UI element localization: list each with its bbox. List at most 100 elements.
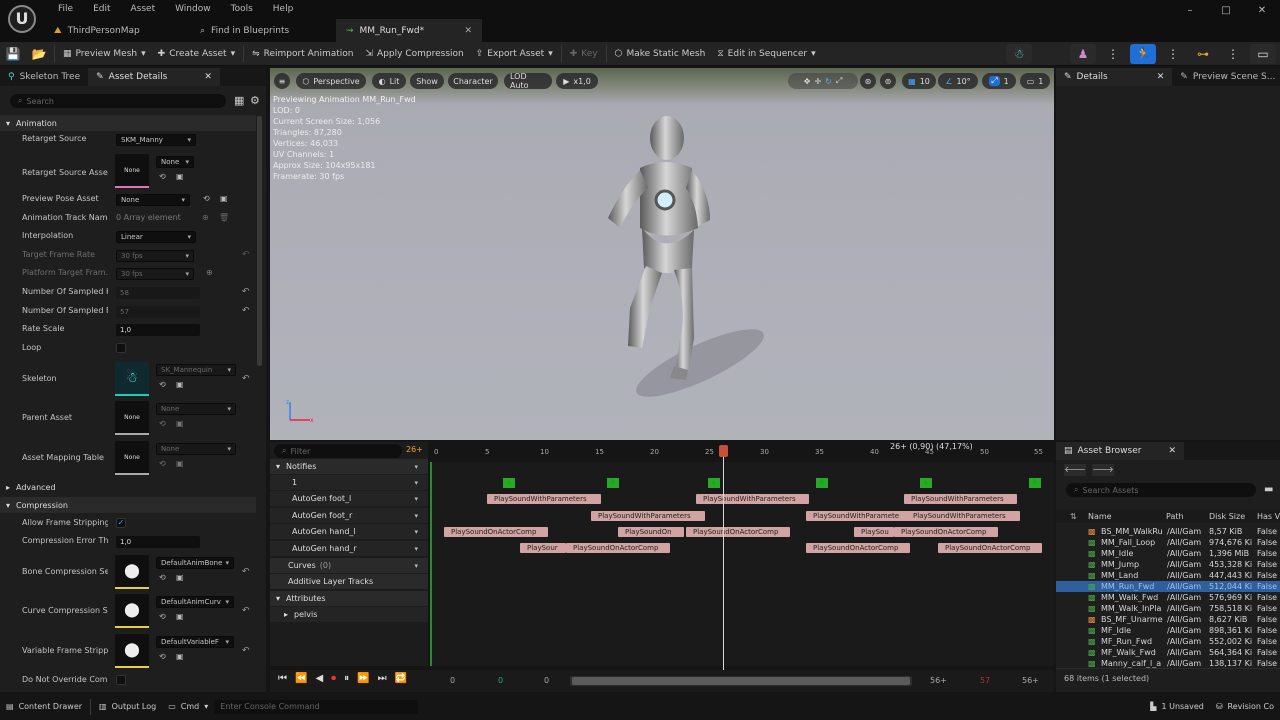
- track-curves[interactable]: Curves (0) ▾: [270, 558, 428, 573]
- maximize-icon[interactable]: □: [1208, 0, 1244, 22]
- browse-asset-icon[interactable]: ▣: [176, 459, 184, 468]
- asset-row[interactable]: ▩ BS_MM_WalkRu/All/Gam 8,57 KiB False: [1056, 526, 1280, 537]
- make-static-mesh-button[interactable]: ⬡ Make Static Mesh: [609, 44, 712, 64]
- menu-edit[interactable]: Edit: [83, 2, 120, 16]
- sync-marker[interactable]: R: [607, 478, 619, 488]
- browse-asset-icon[interactable]: ▣: [176, 380, 184, 389]
- reset-icon[interactable]: ↶: [242, 287, 250, 297]
- view-start[interactable]: 0: [498, 676, 503, 685]
- play-speed-button[interactable]: ▶ x1,0: [556, 73, 598, 89]
- asset-row[interactable]: ▩ MM_Jump/All/Gam 453,328 Ki False: [1056, 559, 1280, 570]
- section-compression[interactable]: ▾ Compression: [0, 497, 256, 513]
- mesh-mode-icon[interactable]: ♟: [1070, 43, 1096, 64]
- scale-icon[interactable]: ⤢: [836, 76, 842, 86]
- preview-mesh-button[interactable]: ▦ Preview Mesh ▾: [57, 44, 152, 64]
- lod-button[interactable]: LOD Auto: [504, 72, 552, 90]
- add-element-icon[interactable]: ⊕: [202, 213, 209, 222]
- bone-compression-thumbnail[interactable]: ⬤: [115, 555, 149, 589]
- edit-in-sequencer-button[interactable]: ⧖ Edit in Sequencer ▾: [711, 44, 821, 64]
- frame-stripping-checkbox[interactable]: ✓: [116, 518, 126, 528]
- use-selected-icon[interactable]: ⟲: [159, 652, 166, 661]
- preview-pose-combo[interactable]: None ▾: [116, 194, 190, 206]
- curve-compression-thumbnail[interactable]: ⬤: [115, 594, 149, 628]
- blueprint-mode-icon[interactable]: ⊶: [1190, 44, 1216, 64]
- scrollbar[interactable]: [257, 116, 262, 366]
- browse-icon[interactable]: 📂: [26, 44, 52, 64]
- asset-picker-combo[interactable]: None ▾: [156, 156, 194, 168]
- browse-asset-icon[interactable]: ▣: [176, 652, 184, 661]
- tab-asset-details[interactable]: ✎ Asset Details ✕: [88, 68, 220, 86]
- asset-row[interactable]: ▩ MM_Fall_Loop/All/Gam 974,676 Ki False: [1056, 537, 1280, 548]
- physics-mode-icon[interactable]: ▭: [1250, 43, 1276, 64]
- menu-help[interactable]: Help: [263, 2, 304, 16]
- settings-gear-icon[interactable]: ⚙: [250, 94, 260, 107]
- asset-search[interactable]: ⌕ Search Assets: [1066, 483, 1256, 497]
- angle-snap-button[interactable]: ∠ 10°: [938, 73, 978, 89]
- browse-asset-icon[interactable]: ▣: [176, 612, 184, 621]
- timeline-filter[interactable]: ⌕ Filter: [274, 444, 402, 458]
- col-disk-size[interactable]: Disk Size: [1209, 512, 1245, 521]
- notify-event[interactable]: PlaySoundWithParameters: [696, 494, 809, 504]
- use-selected-icon[interactable]: ⟲: [159, 573, 166, 582]
- cmd-dropdown[interactable]: ▭ Cmd ▾: [162, 702, 214, 711]
- rotate-icon[interactable]: ↻: [825, 77, 832, 86]
- do-not-override-checkbox[interactable]: [116, 675, 126, 685]
- animation-mode-more-icon[interactable]: ⋮: [1160, 44, 1186, 64]
- skip-to-end-icon[interactable]: ⏭: [378, 673, 387, 684]
- tab-skeleton-tree[interactable]: ⚲ Skeleton Tree: [0, 68, 88, 86]
- track-options-icon[interactable]: ▾: [414, 512, 418, 520]
- use-selected-icon[interactable]: ⟲: [159, 172, 166, 181]
- notify-event[interactable]: PlaySoundOnActorComp: [938, 543, 1042, 553]
- close-tab-icon[interactable]: ✕: [464, 26, 472, 36]
- notify-event[interactable]: PlaySoundOnActorComp: [806, 543, 910, 553]
- grid-view-icon[interactable]: ▦: [234, 94, 244, 107]
- use-selected-icon[interactable]: ⟲: [203, 194, 210, 203]
- asset-thumbnail[interactable]: None: [115, 154, 149, 188]
- revision-control-button[interactable]: ⛁ Revision Co: [1210, 702, 1280, 711]
- hamburger-menu-icon[interactable]: ≡: [274, 73, 290, 89]
- browse-asset-icon[interactable]: ▣: [176, 573, 184, 582]
- browse-asset-icon[interactable]: ▣: [176, 419, 184, 428]
- asset-row[interactable]: ▩ MM_Idle/All/Gam 1,396 MiB False: [1056, 548, 1280, 559]
- reimport-animation-button[interactable]: ⇋ Reimport Animation: [246, 44, 359, 64]
- track-pelvis[interactable]: ▸ pelvis: [270, 607, 428, 622]
- asset-row[interactable]: ▩ MF_Walk_Fwd/All/Gam 564,364 Ki False: [1056, 647, 1280, 658]
- lit-button[interactable]: ◐ Lit: [372, 73, 406, 89]
- track-notifies[interactable]: ▾ Notifies ▾: [270, 459, 428, 474]
- add-platform-icon[interactable]: ⊕: [206, 268, 213, 277]
- timeline-scrollbar[interactable]: [570, 676, 912, 686]
- track-options-icon[interactable]: ▾: [414, 463, 418, 471]
- track-hand-r[interactable]: AutoGen hand_r ▾: [270, 541, 428, 556]
- rate-scale-field[interactable]: 1,0: [116, 324, 200, 336]
- show-button[interactable]: Show: [410, 73, 444, 89]
- range-start[interactable]: 0: [450, 676, 455, 685]
- menu-asset[interactable]: Asset: [121, 2, 166, 16]
- variable-frame-thumbnail[interactable]: ⬤: [115, 634, 149, 668]
- parent-asset-thumbnail[interactable]: None: [115, 401, 149, 435]
- filter-icon[interactable]: ⇅: [1070, 512, 1077, 521]
- viewport[interactable]: ≡ ⬡ Perspective ◐ Lit Show Character LOD A…: [270, 68, 1054, 440]
- search-input[interactable]: ⌕ Search Assets: [1066, 483, 1256, 497]
- select-icon[interactable]: ✥: [804, 77, 811, 86]
- notify-event[interactable]: PlaySoundOnActorComp: [444, 527, 548, 537]
- track-1[interactable]: 1 ▾: [270, 475, 428, 490]
- col-path[interactable]: Path: [1166, 512, 1184, 521]
- skeleton-thumbnail[interactable]: ☃: [115, 362, 149, 396]
- details-search[interactable]: ⌕ Search: [10, 94, 226, 108]
- use-selected-icon[interactable]: ⟲: [159, 419, 166, 428]
- menu-file[interactable]: File: [48, 2, 83, 16]
- camera-speed-button[interactable]: ▭ 1: [1020, 73, 1050, 89]
- sync-marker[interactable]: L: [920, 478, 932, 488]
- notify-event[interactable]: PlaySoundWithParameters: [487, 494, 601, 504]
- notify-event[interactable]: PlaySoundWithParamete: [806, 511, 910, 521]
- translate-icon[interactable]: ✛: [814, 77, 821, 86]
- sync-marker[interactable]: R: [1029, 478, 1041, 488]
- track-additive[interactable]: Additive Layer Tracks: [270, 574, 428, 589]
- key-button[interactable]: ✚ Key: [564, 44, 604, 64]
- notify-event[interactable]: PlaySoundOn: [618, 527, 684, 537]
- console-input[interactable]: Enter Console Command: [214, 699, 419, 714]
- browse-asset-icon[interactable]: ▣: [176, 172, 184, 181]
- pause-icon[interactable]: ⏸: [344, 673, 349, 684]
- loop-icon[interactable]: 🔁: [395, 673, 407, 684]
- mannequin-character[interactable]: [570, 108, 770, 438]
